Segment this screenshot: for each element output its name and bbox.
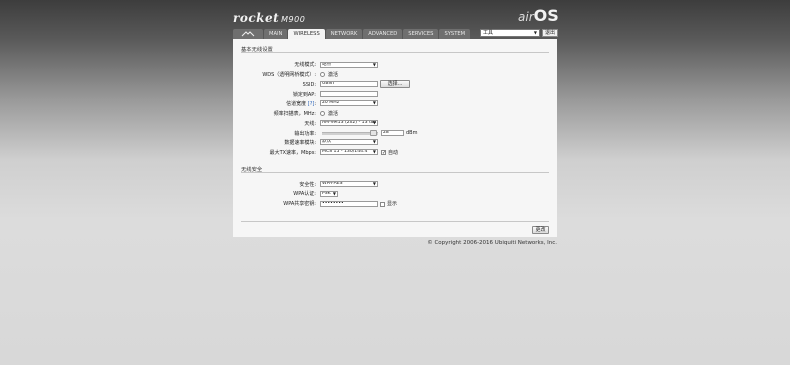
wireless-panel: 基本无线设置 无线模式: 站点 ▼ WDS（透明网桥模式）: 激活 SSID: U… bbox=[233, 39, 557, 237]
channel-width-text: 信道宽度 bbox=[286, 101, 307, 107]
tab-system[interactable]: SYSTEM bbox=[439, 29, 471, 39]
wpa-auth-select[interactable]: PSK ▼ bbox=[320, 191, 338, 197]
auto-rate-checkbox[interactable]: ✓ bbox=[381, 150, 386, 156]
wireless-mode-select[interactable]: 站点 ▼ bbox=[320, 62, 378, 68]
wds-enable-label: 激活 bbox=[328, 72, 339, 78]
select-ssid-button[interactable]: 选择... bbox=[380, 80, 410, 88]
wds-enable-checkbox[interactable] bbox=[320, 72, 325, 77]
divider bbox=[241, 172, 549, 173]
antenna-label: 天线: bbox=[304, 121, 316, 127]
frequency-scan-enable-label: 激活 bbox=[328, 111, 339, 117]
output-power-label: 输出功率: bbox=[294, 131, 316, 137]
show-key-checkbox[interactable] bbox=[380, 202, 385, 207]
ssid-input[interactable]: UBNT bbox=[320, 81, 378, 87]
wpa-key-input[interactable]: •••••••• bbox=[320, 201, 378, 207]
lock-to-ap-label: 锁定到AP: bbox=[292, 92, 316, 98]
antenna-value: AM-9M13 (2x2) - 13 dBi bbox=[322, 120, 377, 125]
max-tx-rate-value: MCS 15 - 130/144.4 bbox=[322, 149, 368, 154]
logout-button[interactable]: 退出 bbox=[542, 29, 558, 37]
security-value: WPA-AES bbox=[322, 181, 343, 186]
max-tx-rate-select[interactable]: MCS 15 - 130/144.4 ▼ bbox=[320, 149, 378, 155]
change-button[interactable]: 更改 bbox=[532, 226, 549, 234]
chevron-down-icon: ▼ bbox=[372, 149, 376, 154]
chevron-down-icon: ▼ bbox=[372, 139, 376, 144]
antenna-select[interactable]: AM-9M13 (2x2) - 13 dBi ▼ bbox=[320, 120, 378, 126]
output-power-unit: dBm bbox=[406, 130, 418, 136]
ssid-label: SSID: bbox=[302, 82, 316, 88]
copyright-text: © Copyright 2006-2016 Ubiquiti Networks,… bbox=[427, 240, 557, 246]
tab-ubiquiti-logo[interactable] bbox=[233, 29, 263, 39]
tools-select-value: 工具 bbox=[483, 30, 494, 36]
frequency-scan-label: 频率扫描表，MHz: bbox=[273, 111, 316, 117]
brand-name: rocket bbox=[233, 11, 280, 25]
data-rate-module-select[interactable]: 默认 ▼ bbox=[320, 139, 378, 145]
auto-rate-label: 自动 bbox=[388, 150, 399, 156]
ubiquiti-logo-icon bbox=[241, 30, 255, 36]
chevron-down-icon: ▼ bbox=[372, 120, 376, 125]
main-tabs: MAIN WIRELESS NETWORK ADVANCED SERVICES … bbox=[233, 29, 471, 39]
model-name: M900 bbox=[281, 15, 306, 24]
wireless-mode-label: 无线模式: bbox=[294, 62, 316, 68]
airos-air: air bbox=[518, 10, 534, 24]
wpa-key-label: WPA共享密钥: bbox=[283, 201, 316, 207]
tab-services[interactable]: SERVICES bbox=[403, 29, 439, 39]
channel-width-select[interactable]: 20 MHz ▼ bbox=[320, 100, 378, 106]
channel-width-value: 20 MHz bbox=[322, 100, 340, 105]
divider bbox=[241, 221, 549, 222]
data-rate-module-label: 数据速率模块: bbox=[284, 140, 316, 146]
tab-wireless[interactable]: WIRELESS bbox=[288, 29, 325, 39]
chevron-down-icon: ▼ bbox=[533, 30, 537, 35]
security-select[interactable]: WPA-AES ▼ bbox=[320, 181, 378, 187]
channel-width-help-link[interactable]: [?] bbox=[308, 101, 315, 107]
chevron-down-icon: ▼ bbox=[372, 100, 376, 105]
max-tx-rate-label: 最大TX速率，Mbps: bbox=[269, 150, 316, 156]
tools-select[interactable]: 工具 ▼ bbox=[480, 29, 540, 37]
wpa-auth-value: PSK bbox=[322, 191, 331, 196]
product-logo: rocket M900 bbox=[233, 11, 305, 25]
wpa-auth-label: WPA认证: bbox=[293, 191, 316, 197]
chevron-down-icon: ▼ bbox=[372, 181, 376, 186]
frequency-scan-checkbox[interactable] bbox=[320, 111, 325, 116]
security-label: 安全性: bbox=[299, 182, 316, 188]
tab-advanced[interactable]: ADVANCED bbox=[363, 29, 403, 39]
airos-os: OS bbox=[533, 6, 559, 25]
output-power-slider-handle[interactable] bbox=[370, 130, 377, 136]
wds-label: WDS（透明网桥模式）: bbox=[262, 72, 316, 78]
tab-network[interactable]: NETWORK bbox=[325, 29, 363, 39]
tab-main[interactable]: MAIN bbox=[264, 29, 288, 39]
airos-logo: airOS bbox=[518, 6, 559, 25]
chevron-down-icon: ▼ bbox=[372, 62, 376, 67]
divider bbox=[241, 52, 549, 53]
output-power-input[interactable]: 28 bbox=[381, 130, 404, 136]
chevron-down-icon: ▼ bbox=[332, 191, 336, 196]
lock-to-ap-input[interactable] bbox=[320, 91, 378, 97]
wireless-mode-value: 站点 bbox=[322, 62, 332, 67]
show-key-label: 显示 bbox=[387, 201, 398, 207]
channel-width-label: 信道宽度 [?]: bbox=[286, 101, 316, 107]
data-rate-module-value: 默认 bbox=[322, 139, 332, 144]
